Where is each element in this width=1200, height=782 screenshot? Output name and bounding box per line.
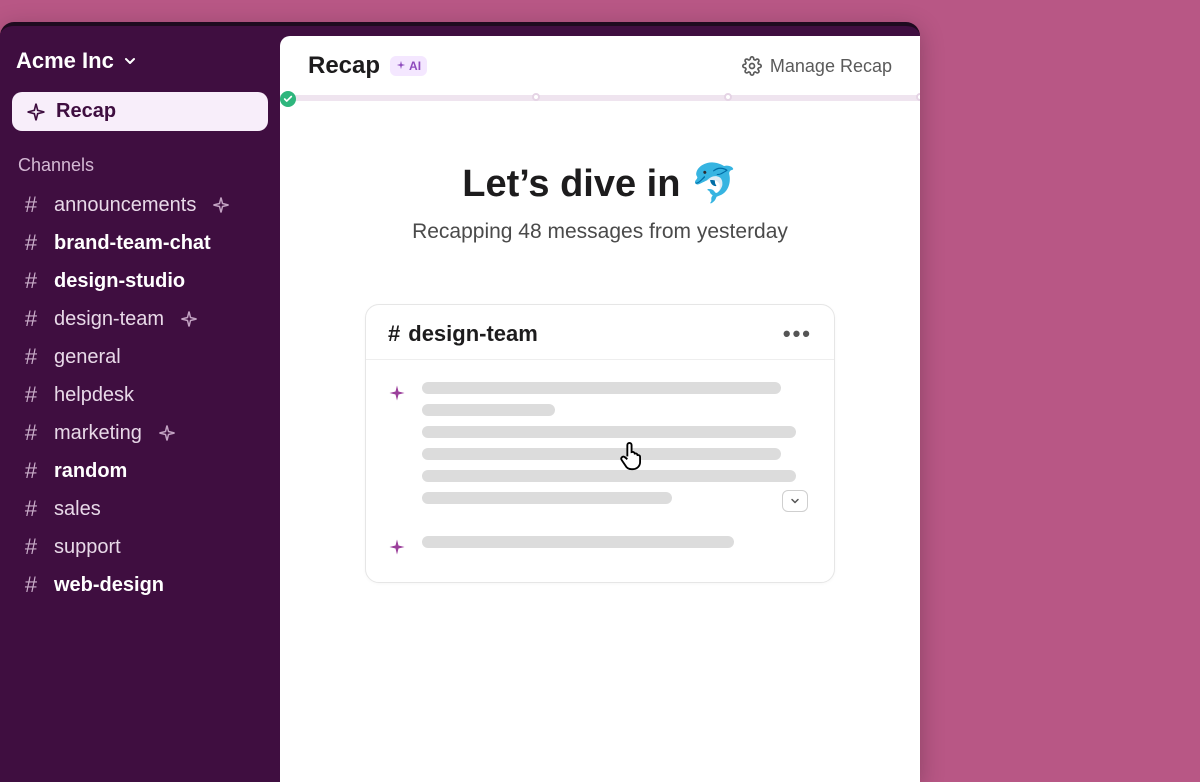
hash-icon: # [20,344,42,370]
channel-label: announcements [54,194,196,217]
expand-button[interactable] [782,490,808,512]
hero: Let’s dive in 🐬 Recapping 48 messages fr… [280,102,920,254]
hero-subtitle: Recapping 48 messages from yesterday [300,220,900,244]
sparkle-icon [396,59,406,73]
pointer-cursor-icon [616,436,650,479]
hash-icon: # [20,382,42,408]
ai-badge: AI [390,56,427,76]
card-header: # design-team ••• [366,305,834,359]
channel-label: support [54,536,121,559]
hash-icon: # [20,496,42,522]
channel-list: # announcements # brand-team-chat # design-st… [12,186,268,604]
card-channel-title[interactable]: # design-team [388,321,538,347]
sidebar-item-sales[interactable]: # sales [12,490,268,528]
progress-step-dot[interactable] [532,93,540,101]
page-title: Recap [308,52,380,80]
sparkle-icon [388,382,406,504]
placeholder-line [422,448,781,460]
placeholder-line [422,470,796,482]
main-header: Recap AI Manage Recap [280,36,920,92]
progress-step-dot[interactable] [724,93,732,101]
chevron-down-icon [122,53,138,69]
hash-icon: # [20,192,42,218]
sparkle-icon [158,424,176,442]
sparkle-icon [180,310,198,328]
sparkle-icon [26,102,46,122]
placeholder-line [422,404,555,416]
placeholder-lines [422,536,812,556]
summary-item[interactable] [366,378,834,510]
app-window: Acme Inc Recap Channels # announcements # b… [0,22,920,782]
channel-label: general [54,346,121,369]
ai-badge-text: AI [409,59,421,73]
placeholder-line [422,492,672,504]
recap-label: Recap [56,100,116,123]
channel-label: brand-team-chat [54,232,211,255]
sidebar-item-general[interactable]: # general [12,338,268,376]
workspace-switcher[interactable]: Acme Inc [12,44,268,88]
progress-track[interactable] [280,92,920,102]
channel-label: design-studio [54,270,185,293]
hero-title: Let’s dive in 🐬 [462,162,738,206]
sidebar-item-announcements[interactable]: # announcements [12,186,268,224]
sidebar-item-marketing[interactable]: # marketing [12,414,268,452]
channels-section-label: Channels [12,151,268,186]
sidebar-item-random[interactable]: # random [12,452,268,490]
hash-icon: # [20,420,42,446]
sidebar-item-recap[interactable]: Recap [12,92,268,131]
progress-step-dot[interactable] [916,93,920,101]
sidebar-item-support[interactable]: # support [12,528,268,566]
channel-label: sales [54,498,101,521]
sparkle-icon [388,536,406,556]
card-more-button[interactable]: ••• [783,321,812,347]
workspace-name: Acme Inc [16,48,114,74]
hash-icon: # [20,306,42,332]
channel-label: marketing [54,422,142,445]
recap-card: # design-team ••• [365,304,835,583]
divider [366,359,834,360]
hash-icon: # [20,230,42,256]
channel-label: helpdesk [54,384,134,407]
channel-label: web-design [54,574,164,597]
sidebar-item-brand-team-chat[interactable]: # brand-team-chat [12,224,268,262]
sparkle-icon [212,196,230,214]
hash-icon: # [20,572,42,598]
sidebar-item-design-team[interactable]: # design-team [12,300,268,338]
hash-icon: # [20,268,42,294]
hash-icon: # [20,534,42,560]
main-panel: Recap AI Manage Recap [280,36,920,782]
main-title-wrap: Recap AI [308,52,427,80]
placeholder-line [422,426,796,438]
summary-item[interactable] [366,532,834,562]
dolphin-emoji-icon: 🐬 [690,162,737,206]
progress-bar [280,95,920,101]
channel-label: random [54,460,127,483]
placeholder-line [422,382,781,394]
sidebar-item-web-design[interactable]: # web-design [12,566,268,604]
manage-recap-button[interactable]: Manage Recap [742,56,892,77]
sidebar-item-helpdesk[interactable]: # helpdesk [12,376,268,414]
sidebar: Acme Inc Recap Channels # announcements # b… [0,26,280,782]
progress-step-done-icon [280,91,296,107]
card-channel-name: design-team [408,321,538,347]
hash-icon: # [388,321,400,347]
placeholder-line [422,536,734,548]
hash-icon: # [20,458,42,484]
hero-title-text: Let’s dive in [462,163,680,206]
gear-icon [742,56,762,76]
sidebar-item-design-studio[interactable]: # design-studio [12,262,268,300]
manage-recap-label: Manage Recap [770,56,892,77]
channel-label: design-team [54,308,164,331]
